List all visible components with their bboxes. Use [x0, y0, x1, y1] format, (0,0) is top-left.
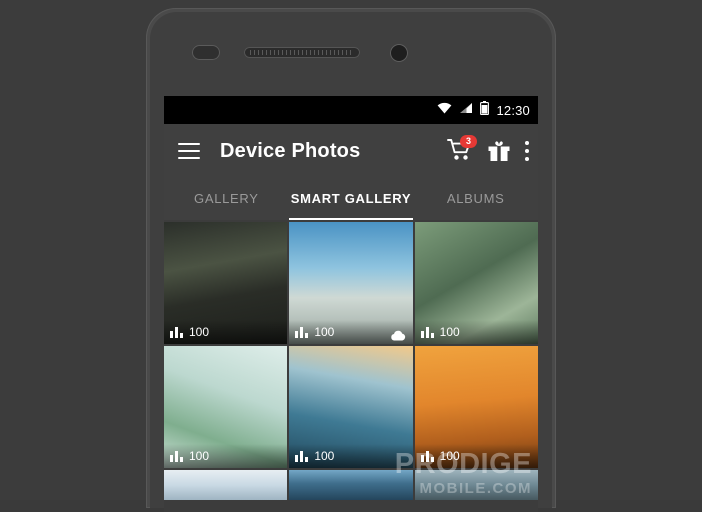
- status-clock: 12:30: [496, 102, 530, 118]
- phone-screen: 12:30 Device Photos 3 GALLERY SMART GALL…: [164, 96, 538, 512]
- gift-button[interactable]: [487, 139, 511, 163]
- photo-count: 100: [189, 325, 210, 339]
- stats-bars-icon: [420, 326, 435, 338]
- battery-icon: [480, 100, 490, 120]
- photo-cell[interactable]: [164, 470, 288, 500]
- photo-cell[interactable]: [289, 470, 413, 500]
- tab-albums[interactable]: Albums: [413, 192, 538, 206]
- photo-count: 100: [314, 325, 335, 339]
- proximity-sensor-icon: [192, 45, 220, 60]
- app-bar-actions: 3: [447, 124, 530, 178]
- status-bar-icons: 12:30: [437, 96, 530, 124]
- phone-device: 12:30 Device Photos 3 GALLERY SMART GALL…: [146, 8, 556, 512]
- photo-cell[interactable]: 100: [289, 222, 413, 344]
- photo-cell[interactable]: 100: [414, 222, 538, 344]
- earpiece-speaker-icon: [244, 47, 360, 58]
- cart-badge: 3: [460, 135, 477, 148]
- phone-top-hardware: [150, 42, 552, 68]
- stats-bars-icon: [170, 326, 184, 338]
- photo-count: 100: [314, 449, 335, 463]
- photo-overlay: 100: [289, 444, 413, 468]
- wifi-icon: [437, 101, 452, 119]
- signal-icon: [459, 101, 473, 119]
- photo-count: 100: [439, 449, 460, 463]
- photo-count: 100: [439, 325, 460, 339]
- photo-cell[interactable]: 100: [164, 222, 288, 344]
- phone-body: 12:30 Device Photos 3 GALLERY SMART GALL…: [150, 12, 552, 512]
- photo-count: 100: [189, 449, 210, 463]
- shopping-cart-button[interactable]: 3: [447, 135, 477, 164]
- stats-bars-icon: [295, 450, 309, 462]
- photo-cell[interactable]: 100: [164, 346, 288, 468]
- gift-icon: [488, 141, 510, 161]
- photo-cell[interactable]: [414, 470, 538, 500]
- hamburger-menu-icon[interactable]: [178, 143, 200, 159]
- tab-bar: Gallery Smart gallery Albums: [164, 178, 538, 220]
- photo-cell[interactable]: 100: [289, 346, 413, 468]
- app-bar: Device Photos 3: [164, 124, 538, 178]
- photo-cell[interactable]: 100: [414, 346, 538, 468]
- status-bar: 12:30: [164, 96, 538, 124]
- tab-gallery[interactable]: Gallery: [164, 192, 289, 206]
- stats-bars-icon: [170, 450, 184, 462]
- speaker-grill: [250, 50, 354, 55]
- photo-overlay: 100: [414, 444, 538, 468]
- cloud-upload-icon: [390, 328, 406, 341]
- page-title: Device Photos: [220, 139, 361, 162]
- photo-overlay: 100: [164, 444, 288, 468]
- front-camera-icon: [390, 44, 408, 62]
- photo-overlay: 100: [414, 320, 538, 344]
- tab-active-indicator: [288, 218, 414, 220]
- photo-overlay: 100: [164, 320, 288, 344]
- stats-bars-icon: [295, 326, 309, 338]
- kebab-menu-icon[interactable]: [525, 140, 530, 162]
- photo-grid: 100 100 100 100 100 100: [164, 220, 538, 500]
- stats-bars-icon: [420, 450, 435, 462]
- tab-smart-gallery[interactable]: Smart gallery: [289, 192, 414, 206]
